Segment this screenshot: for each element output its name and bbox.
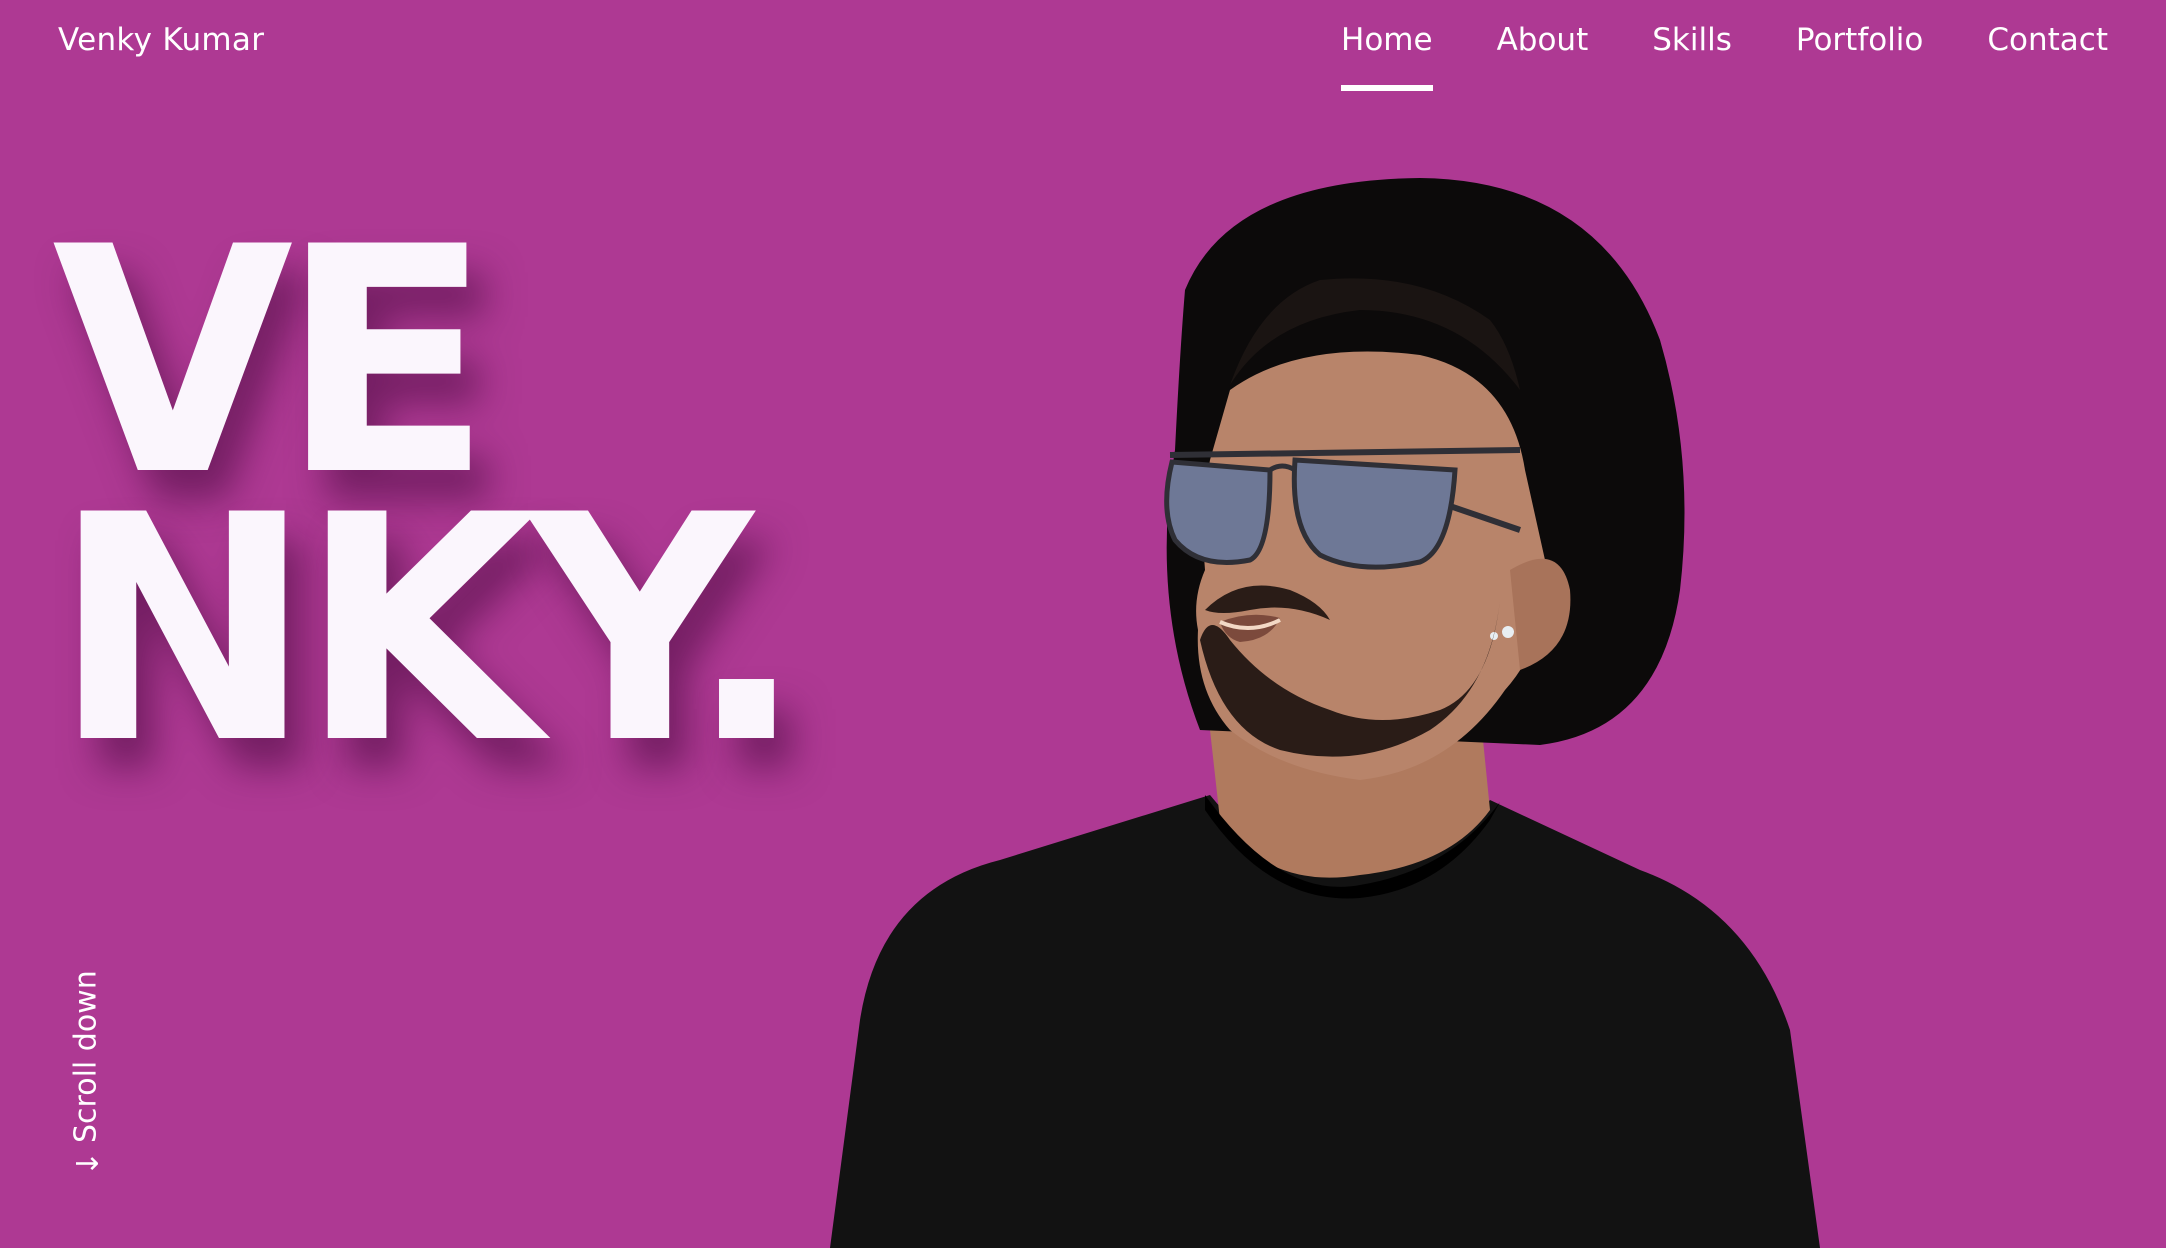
nav-contact[interactable]: Contact — [1987, 22, 2108, 58]
nav-home[interactable]: Home — [1341, 22, 1433, 91]
nav-skills[interactable]: Skills — [1652, 22, 1732, 58]
nav-about[interactable]: About — [1497, 22, 1589, 58]
portrait-photo — [800, 170, 1860, 1248]
hero-title-line2: NKY. — [52, 448, 806, 812]
scroll-down-label: Scroll down — [68, 970, 104, 1143]
scroll-down-link[interactable]: ↑ Scroll down — [64, 958, 108, 1176]
brand-logo[interactable]: Venky Kumar — [58, 22, 264, 58]
hero-title: VE NKY. — [52, 206, 806, 812]
arrow-down-icon: ↑ — [68, 1150, 104, 1176]
nav-portfolio[interactable]: Portfolio — [1796, 22, 1924, 58]
main-nav: Home About Skills Portfolio Contact — [1341, 22, 2108, 91]
